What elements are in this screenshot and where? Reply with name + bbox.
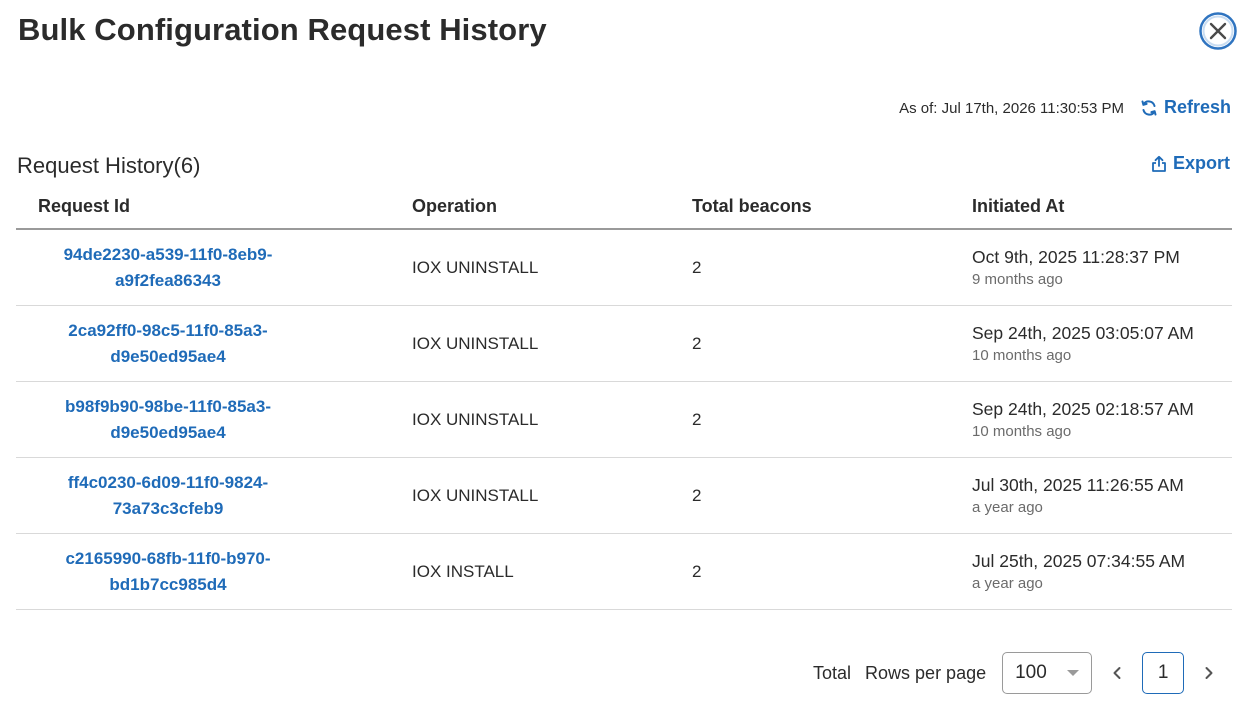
request-id-line2: d9e50ed95ae4: [110, 422, 226, 442]
initiated-at-cell: Jul 25th, 2025 07:34:55 AM a year ago: [972, 533, 1232, 610]
operation-cell: IOX INSTALL: [412, 533, 692, 610]
request-id-cell: b98f9b90-98be-11f0-85a3- d9e50ed95ae4: [16, 381, 412, 458]
table-row: 94de2230-a539-11f0-8eb9- a9f2fea86343 IOX…: [16, 229, 1232, 306]
request-history-table: Request Id Operation Total beacons Initi…: [16, 184, 1232, 610]
column-header-total-beacons[interactable]: Total beacons: [692, 184, 972, 230]
request-id-cell: ff4c0230-6d09-11f0-9824- 73a73c3cfeb9: [16, 457, 412, 534]
request-id-line2: 73a73c3cfeb9: [112, 498, 224, 518]
next-page-button[interactable]: [1198, 662, 1220, 684]
request-id-link[interactable]: ff4c0230-6d09-11f0-9824- 73a73c3cfeb9: [68, 470, 268, 522]
initiated-at-relative: 9 months ago: [972, 270, 1063, 288]
operation-cell: IOX UNINSTALL: [412, 457, 692, 534]
request-id-link[interactable]: b98f9b90-98be-11f0-85a3- d9e50ed95ae4: [65, 394, 271, 446]
request-id-line1: ff4c0230-6d09-11f0-9824-: [67, 472, 269, 492]
current-page-button[interactable]: 1: [1142, 652, 1185, 694]
total-label: Total: [813, 662, 852, 683]
request-id-line1: 94de2230-a539-11f0-8eb9-: [63, 244, 273, 264]
request-id-line1: 2ca92ff0-98c5-11f0-85a3-: [68, 320, 268, 340]
initiated-at-cell: Sep 24th, 2025 03:05:07 AM 10 months ago: [972, 305, 1232, 382]
initiated-at-timestamp: Sep 24th, 2025 03:05:07 AM: [972, 322, 1194, 343]
table-row: c2165990-68fb-11f0-b970- bd1b7cc985d4 IOX…: [16, 533, 1232, 610]
export-icon: [1152, 155, 1166, 172]
rows-per-page-value: 100: [1015, 662, 1047, 683]
request-id-cell: c2165990-68fb-11f0-b970- bd1b7cc985d4: [16, 533, 412, 610]
initiated-at-cell: Jul 30th, 2025 11:26:55 AM a year ago: [972, 457, 1232, 534]
request-id-cell: 94de2230-a539-11f0-8eb9- a9f2fea86343: [16, 229, 412, 306]
pagination: Total Rows per page 100 1: [813, 651, 1220, 695]
initiated-at-relative: 10 months ago: [972, 422, 1072, 440]
current-page-number: 1: [1157, 662, 1169, 683]
request-id-line1: b98f9b90-98be-11f0-85a3-: [64, 396, 271, 416]
total-beacons-cell: 2: [692, 381, 972, 458]
as-of-timestamp: As of: Jul 17th, 2026 11:30:53 PM: [899, 100, 1124, 117]
column-header-initiated-at[interactable]: Initiated At: [972, 184, 1232, 230]
initiated-at-relative: a year ago: [972, 498, 1043, 516]
request-id-link[interactable]: 2ca92ff0-98c5-11f0-85a3- d9e50ed95ae4: [68, 318, 267, 370]
request-id-link[interactable]: 94de2230-a539-11f0-8eb9- a9f2fea86343: [64, 242, 273, 294]
prev-page-button[interactable]: [1106, 662, 1128, 684]
request-id-link[interactable]: c2165990-68fb-11f0-b970- bd1b7cc985d4: [65, 546, 270, 598]
section-title: Request History(6): [17, 153, 201, 178]
total-beacons-cell: 2: [692, 305, 972, 382]
total-beacons-cell: 2: [692, 229, 972, 306]
export-button[interactable]: Export: [1151, 153, 1230, 174]
refresh-label: Refresh: [1164, 97, 1232, 117]
column-header-operation[interactable]: Operation: [412, 184, 692, 230]
operation-cell: IOX UNINSTALL: [412, 381, 692, 458]
export-label: Export: [1173, 153, 1231, 173]
total-beacons-cell: 2: [692, 533, 972, 610]
operation-cell: IOX UNINSTALL: [412, 229, 692, 306]
request-id-line2: bd1b7cc985d4: [109, 574, 227, 594]
rows-per-page-label: Rows per page: [865, 662, 987, 683]
rows-per-page-select[interactable]: 100: [1002, 652, 1093, 694]
chevron-left-icon: [1113, 667, 1121, 679]
table-row: ff4c0230-6d09-11f0-9824- 73a73c3cfeb9 IOX…: [16, 457, 1232, 534]
chevron-right-icon: [1205, 667, 1213, 679]
initiated-at-timestamp: Sep 24th, 2025 02:18:57 AM: [972, 398, 1194, 419]
close-button[interactable]: [1198, 11, 1238, 51]
refresh-button[interactable]: Refresh: [1140, 97, 1231, 118]
initiated-at-relative: 10 months ago: [972, 346, 1072, 364]
initiated-at-timestamp: Jul 30th, 2025 11:26:55 AM: [972, 474, 1184, 495]
table-header-row: Request Id Operation Total beacons Initi…: [16, 184, 1232, 230]
request-id-line2: a9f2fea86343: [115, 270, 221, 290]
request-id-line1: c2165990-68fb-11f0-b970-: [65, 548, 271, 568]
refresh-icon: [1141, 99, 1157, 116]
table-row: b98f9b90-98be-11f0-85a3- d9e50ed95ae4 IOX…: [16, 381, 1232, 458]
initiated-at-timestamp: Oct 9th, 2025 11:28:37 PM: [972, 246, 1180, 267]
initiated-at-cell: Sep 24th, 2025 02:18:57 AM 10 months ago: [972, 381, 1232, 458]
total-beacons-cell: 2: [692, 457, 972, 534]
column-header-request-id[interactable]: Request Id: [16, 184, 412, 230]
caret-down-icon: [1067, 670, 1080, 676]
initiated-at-cell: Oct 9th, 2025 11:28:37 PM 9 months ago: [972, 229, 1232, 306]
page-title: Bulk Configuration Request History: [18, 12, 547, 47]
close-circle-icon: [1199, 12, 1237, 50]
operation-cell: IOX UNINSTALL: [412, 305, 692, 382]
request-id-cell: 2ca92ff0-98c5-11f0-85a3- d9e50ed95ae4: [16, 305, 412, 382]
initiated-at-relative: a year ago: [972, 574, 1043, 592]
request-id-line2: d9e50ed95ae4: [110, 346, 226, 366]
table-row: 2ca92ff0-98c5-11f0-85a3- d9e50ed95ae4 IOX…: [16, 305, 1232, 382]
initiated-at-timestamp: Jul 25th, 2025 07:34:55 AM: [972, 550, 1186, 571]
